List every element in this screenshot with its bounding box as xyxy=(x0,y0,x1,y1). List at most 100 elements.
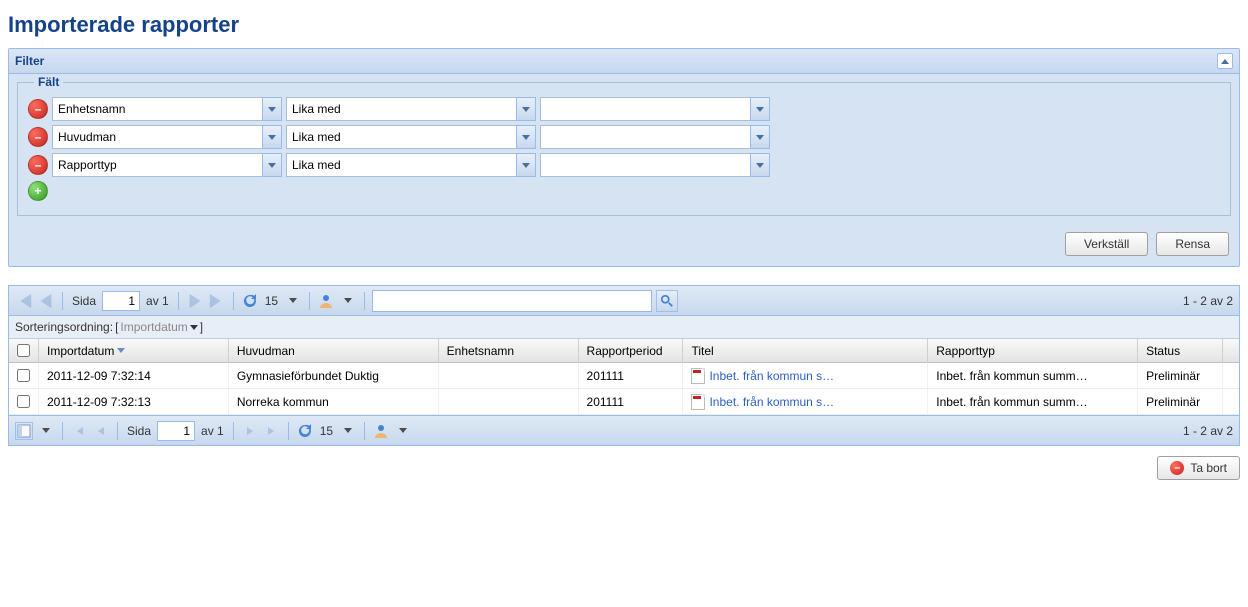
apply-filter-button[interactable]: Verkställ xyxy=(1065,232,1148,256)
chevron-up-icon xyxy=(1221,59,1229,64)
filter-row: – xyxy=(28,97,1220,121)
operator-select[interactable] xyxy=(286,125,536,149)
page-title: Importerade rapporter xyxy=(8,12,1240,38)
first-page-button[interactable] xyxy=(15,292,33,310)
search-button[interactable] xyxy=(656,290,678,312)
next-page-button[interactable] xyxy=(186,292,204,310)
value-select[interactable] xyxy=(540,97,770,121)
user-filter-dropdown[interactable] xyxy=(339,292,357,310)
operator-select-input[interactable] xyxy=(286,125,516,149)
chevron-down-icon xyxy=(344,428,352,433)
chevron-down-icon xyxy=(522,163,530,168)
dropdown-trigger[interactable] xyxy=(750,125,770,149)
operator-select[interactable] xyxy=(286,153,536,177)
dropdown-trigger[interactable] xyxy=(516,153,536,177)
chevron-down-icon xyxy=(268,107,276,112)
clear-filter-button[interactable]: Rensa xyxy=(1156,232,1229,256)
value-select-input[interactable] xyxy=(540,153,750,177)
operator-select-input[interactable] xyxy=(286,97,516,121)
field-select[interactable] xyxy=(52,97,282,121)
current-page-input[interactable] xyxy=(157,421,195,441)
cell-rapporttyp: Inbet. från kommun summ… xyxy=(928,389,1138,415)
dropdown-trigger[interactable] xyxy=(262,153,282,177)
prev-page-button[interactable] xyxy=(92,422,110,440)
select-all-checkbox[interactable] xyxy=(17,344,30,357)
page-label-suffix: av 1 xyxy=(144,294,171,308)
user-filter-dropdown[interactable] xyxy=(394,422,412,440)
chevron-down-icon xyxy=(522,107,530,112)
refresh-button[interactable] xyxy=(241,292,259,310)
report-title-link[interactable]: Inbet. från kommun s… xyxy=(709,369,834,383)
search-input[interactable] xyxy=(372,290,652,312)
column-header-rapportperiod[interactable]: Rapportperiod xyxy=(579,339,684,363)
column-header-titel[interactable]: Titel xyxy=(683,339,928,363)
column-header-importdatum[interactable]: Importdatum xyxy=(39,339,229,363)
page-size-dropdown[interactable] xyxy=(339,422,357,440)
refresh-button[interactable] xyxy=(296,422,314,440)
cell-extra xyxy=(1223,363,1239,389)
next-page-button[interactable] xyxy=(241,422,259,440)
value-select-input[interactable] xyxy=(540,125,750,149)
row-checkbox-cell xyxy=(9,389,39,415)
paging-toolbar-top: Sida av 1 15 xyxy=(9,286,1239,316)
remove-filter-button[interactable]: – xyxy=(28,127,48,147)
reports-grid: Sida av 1 15 xyxy=(8,285,1240,446)
cell-rapportperiod: 201111 xyxy=(579,363,684,389)
column-header-enhetsnamn[interactable]: Enhetsnamn xyxy=(439,339,579,363)
dropdown-trigger[interactable] xyxy=(516,125,536,149)
field-select-input[interactable] xyxy=(52,153,262,177)
field-select[interactable] xyxy=(52,153,282,177)
chevron-down-icon xyxy=(268,135,276,140)
sort-indicator-row: Sorteringsordning: [ Importdatum ] xyxy=(9,316,1239,339)
chevron-down-icon xyxy=(756,135,764,140)
collapse-panel-button[interactable] xyxy=(1217,53,1233,69)
value-select-input[interactable] xyxy=(540,97,750,121)
field-select-input[interactable] xyxy=(52,97,262,121)
prev-page-button[interactable] xyxy=(37,292,55,310)
table-row[interactable]: 2011-12-09 7:32:13 Norreka kommun 201111… xyxy=(9,389,1239,415)
cell-importdatum: 2011-12-09 7:32:14 xyxy=(39,363,229,389)
delete-icon: – xyxy=(1170,461,1184,475)
cell-enhetsnamn xyxy=(439,389,579,415)
cell-huvudman: Norreka kommun xyxy=(229,389,439,415)
value-select[interactable] xyxy=(540,125,770,149)
report-title-link[interactable]: Inbet. från kommun s… xyxy=(709,395,834,409)
table-row[interactable]: 2011-12-09 7:32:14 Gymnasieförbundet Duk… xyxy=(9,363,1239,389)
dropdown-trigger[interactable] xyxy=(516,97,536,121)
page-size-dropdown[interactable] xyxy=(284,292,302,310)
dropdown-trigger[interactable] xyxy=(750,153,770,177)
remove-filter-button[interactable]: – xyxy=(28,99,48,119)
field-select-input[interactable] xyxy=(52,125,262,149)
column-picker-button[interactable] xyxy=(15,422,33,440)
delete-button[interactable]: – Ta bort xyxy=(1157,456,1240,480)
column-header-status[interactable]: Status xyxy=(1138,339,1223,363)
dropdown-trigger[interactable] xyxy=(262,125,282,149)
field-select[interactable] xyxy=(52,125,282,149)
plus-icon: + xyxy=(34,184,41,198)
cell-status: Preliminär xyxy=(1138,363,1223,389)
row-checkbox[interactable] xyxy=(17,369,30,382)
last-page-button[interactable] xyxy=(208,292,226,310)
dropdown-trigger[interactable] xyxy=(750,97,770,121)
select-all-header[interactable] xyxy=(9,339,39,363)
column-header-huvudman[interactable]: Huvudman xyxy=(229,339,439,363)
last-page-button[interactable] xyxy=(263,422,281,440)
grid-column-header-row: Importdatum Huvudman Enhetsnamn Rapportp… xyxy=(9,339,1239,363)
operator-select[interactable] xyxy=(286,97,536,121)
row-checkbox[interactable] xyxy=(17,395,30,408)
column-picker-dropdown[interactable] xyxy=(37,422,55,440)
operator-select-input[interactable] xyxy=(286,153,516,177)
page-label-suffix: av 1 xyxy=(199,424,226,438)
column-header-rapporttyp[interactable]: Rapporttyp xyxy=(928,339,1138,363)
value-select[interactable] xyxy=(540,153,770,177)
user-filter-button[interactable] xyxy=(317,292,335,310)
chevron-down-icon xyxy=(756,163,764,168)
first-page-button[interactable] xyxy=(70,422,88,440)
user-filter-button[interactable] xyxy=(372,422,390,440)
separator xyxy=(309,292,310,310)
remove-filter-button[interactable]: – xyxy=(28,155,48,175)
sort-field-chip[interactable]: Importdatum xyxy=(120,320,197,334)
current-page-input[interactable] xyxy=(102,291,140,311)
add-filter-button[interactable]: + xyxy=(28,181,48,201)
dropdown-trigger[interactable] xyxy=(262,97,282,121)
